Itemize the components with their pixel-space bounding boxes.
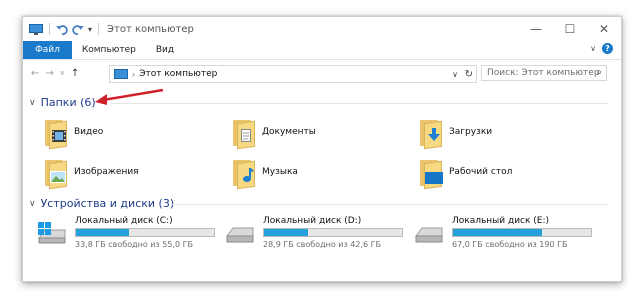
quick-access-toolbar: ▾ [29,23,101,35]
group-divider [111,103,609,104]
pictures-folder-icon [45,158,67,190]
search-icon[interactable]: ⌕ [596,67,602,78]
hard-drive-icon [226,227,254,243]
window-title: Этот компьютер [107,23,194,35]
folder-item-documents[interactable]: Документы [233,118,316,150]
drive-free-space: 67,0 ГБ свободно из 190 ГБ [452,240,568,249]
tab-file[interactable]: Файл [23,41,72,59]
drive-usage-bar [263,228,403,237]
folder-item-music[interactable]: Музыка [233,158,298,190]
title-bar: ▾ Этот компьютер — ☐ ✕ [23,17,621,41]
up-arrow-icon[interactable]: ↑ [71,68,79,79]
drive-usage-fill [264,229,309,236]
drive-name: Локальный диск (E:) [452,216,550,226]
help-icon[interactable]: ? [602,43,613,54]
folder-label: Изображения [74,167,139,177]
search-placeholder: Поиск: Этот компьютер [487,68,600,78]
nav-buttons: ← → ∨ ↑ [31,68,79,79]
drive-name: Локальный диск (C:) [75,216,173,226]
system-drive-icon [38,222,66,244]
collapse-chevron-icon[interactable]: ∨ [29,199,36,209]
drive-name: Локальный диск (D:) [263,216,362,226]
folder-label: Рабочий стол [449,167,513,177]
drive-free-space: 33,8 ГБ свободно из 55,0 ГБ [75,240,194,249]
downloads-folder-icon [420,118,442,150]
desktop-folder-icon [420,158,443,190]
drive-usage-bar [75,228,215,237]
customize-toolbar-icon[interactable]: ▾ [88,25,92,34]
drive-usage-fill [453,229,543,236]
address-dropdown-icon[interactable]: ∨ [452,66,458,82]
ribbon-tabs: Файл Компьютер Вид ∨ ? [23,41,621,60]
redo-icon[interactable] [72,24,84,35]
breadcrumb-separator-icon: › [132,69,136,79]
tab-view[interactable]: Вид [146,41,184,59]
folder-label: Загрузки [449,127,493,137]
undo-icon[interactable] [56,24,68,35]
close-button[interactable]: ✕ [587,17,621,41]
music-folder-icon [233,158,255,190]
computer-icon [114,69,128,79]
folder-item-desktop[interactable]: Рабочий стол [420,158,513,190]
drive-usage-bar [452,228,592,237]
drives-group-header[interactable]: ∨ Устройства и диски (3) [29,197,609,210]
video-folder-icon [45,118,67,150]
address-bar[interactable]: › Этот компьютер ∨ ↻ [109,65,477,83]
drive-item-d[interactable]: Локальный диск (D:) 28,9 ГБ свободно из … [225,216,415,256]
drives-group-title: Устройства и диски (3) [40,197,175,210]
documents-folder-icon [233,118,255,150]
navigation-bar: ← → ∨ ↑ › Этот компьютер ∨ ↻ Поиск: Этот… [23,61,621,85]
folder-item-downloads[interactable]: Загрузки [420,118,493,150]
expand-ribbon-icon[interactable]: ∨ [590,44,596,53]
computer-icon [29,23,43,35]
hard-drive-icon [415,227,443,243]
collapse-chevron-icon[interactable]: ∨ [29,98,36,108]
recent-locations-icon[interactable]: ∨ [60,69,65,77]
tab-computer[interactable]: Компьютер [72,41,146,59]
drive-item-c[interactable]: Локальный диск (C:) 33,8 ГБ свободно из … [37,216,227,256]
folder-label: Документы [262,127,316,137]
refresh-icon[interactable]: ↻ [465,66,473,82]
annotation-arrow [95,88,164,105]
drive-free-space: 28,9 ГБ свободно из 42,6 ГБ [263,240,382,249]
explorer-window: ▾ Этот компьютер — ☐ ✕ Файл Компьютер Ви… [22,16,622,282]
drive-usage-fill [76,229,130,236]
back-arrow-icon[interactable]: ← [31,68,39,79]
drive-item-e[interactable]: Локальный диск (E:) 67,0 ГБ свободно из … [414,216,604,256]
folders-group-title: Папки (6) [40,96,96,109]
search-input[interactable]: Поиск: Этот компьютер ⌕ [481,65,607,81]
folder-item-pictures[interactable]: Изображения [45,158,139,190]
minimize-button[interactable]: — [519,17,553,41]
address-path: Этот компьютер [139,69,218,79]
group-divider [171,204,609,205]
folder-label: Видео [74,127,104,137]
window-controls: — ☐ ✕ [519,17,621,41]
folder-label: Музыка [262,167,298,177]
folder-item-video[interactable]: Видео [45,118,104,150]
maximize-button[interactable]: ☐ [553,17,587,41]
ribbon-right-controls: ∨ ? [590,43,613,54]
forward-arrow-icon[interactable]: → [45,68,53,79]
